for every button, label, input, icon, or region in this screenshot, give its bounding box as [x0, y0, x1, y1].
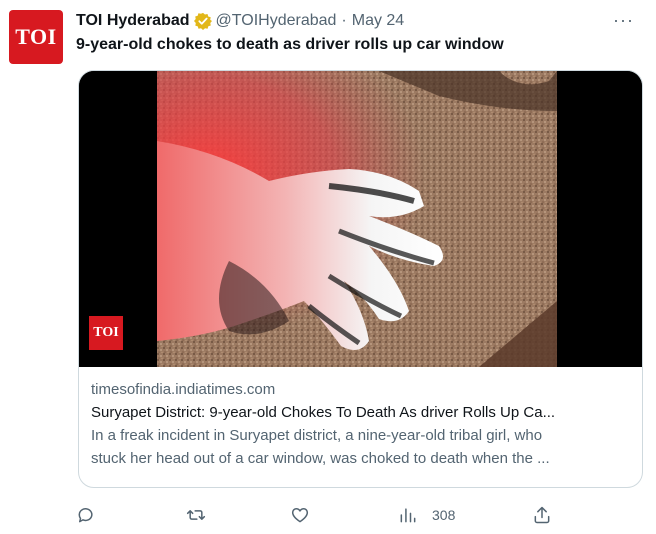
- retweet-icon: [186, 510, 206, 520]
- share-icon: [534, 506, 550, 524]
- card-image[interactable]: TOI: [79, 71, 642, 367]
- card-image-illustration: [79, 71, 642, 367]
- separator-dot: ·: [341, 12, 347, 29]
- account-name[interactable]: TOI Hyderabad: [76, 12, 190, 30]
- heart-icon: [291, 508, 309, 523]
- views-icon: [400, 508, 416, 523]
- retweet-button[interactable]: [186, 502, 206, 528]
- card-title: Suryapet District: 9-year-old Chokes To …: [91, 404, 556, 421]
- views-button[interactable]: 308: [398, 502, 455, 528]
- action-bar: 308: [76, 502, 556, 528]
- card-body[interactable]: timesofindia.indiatimes.com Suryapet Dis…: [91, 379, 630, 470]
- reply-button[interactable]: [76, 502, 96, 528]
- avatar[interactable]: TOI: [9, 10, 63, 64]
- verified-badge-icon[interactable]: [193, 12, 212, 30]
- card-description-line-2: stuck her head out of a car window, was …: [91, 450, 550, 467]
- toi-logo-badge: TOI: [89, 316, 123, 350]
- link-card[interactable]: TOI timesofindia.indiatimes.com Suryapet…: [78, 70, 643, 488]
- views-count: 308: [432, 507, 456, 523]
- avatar-logo-text: TOI: [15, 24, 57, 49]
- share-button[interactable]: [532, 502, 552, 528]
- toi-logo-text: TOI: [93, 325, 119, 340]
- tweet-text: 9-year-old chokes to death as driver rol…: [76, 36, 504, 53]
- card-description-line-1: In a freak incident in Suryapet district…: [91, 427, 543, 444]
- account-handle[interactable]: @TOIHyderabad: [216, 12, 337, 30]
- card-description: In a freak incident in Suryapet district…: [91, 424, 630, 470]
- card-domain: timesofindia.indiatimes.com: [91, 381, 276, 398]
- reply-icon: [78, 508, 93, 523]
- like-button[interactable]: [290, 502, 310, 528]
- tweet-date[interactable]: May 24: [352, 12, 404, 30]
- tweet-header: TOI Hyderabad @TOIHyderabad · May 24 ···: [76, 10, 636, 32]
- more-options-icon[interactable]: ···: [613, 10, 634, 31]
